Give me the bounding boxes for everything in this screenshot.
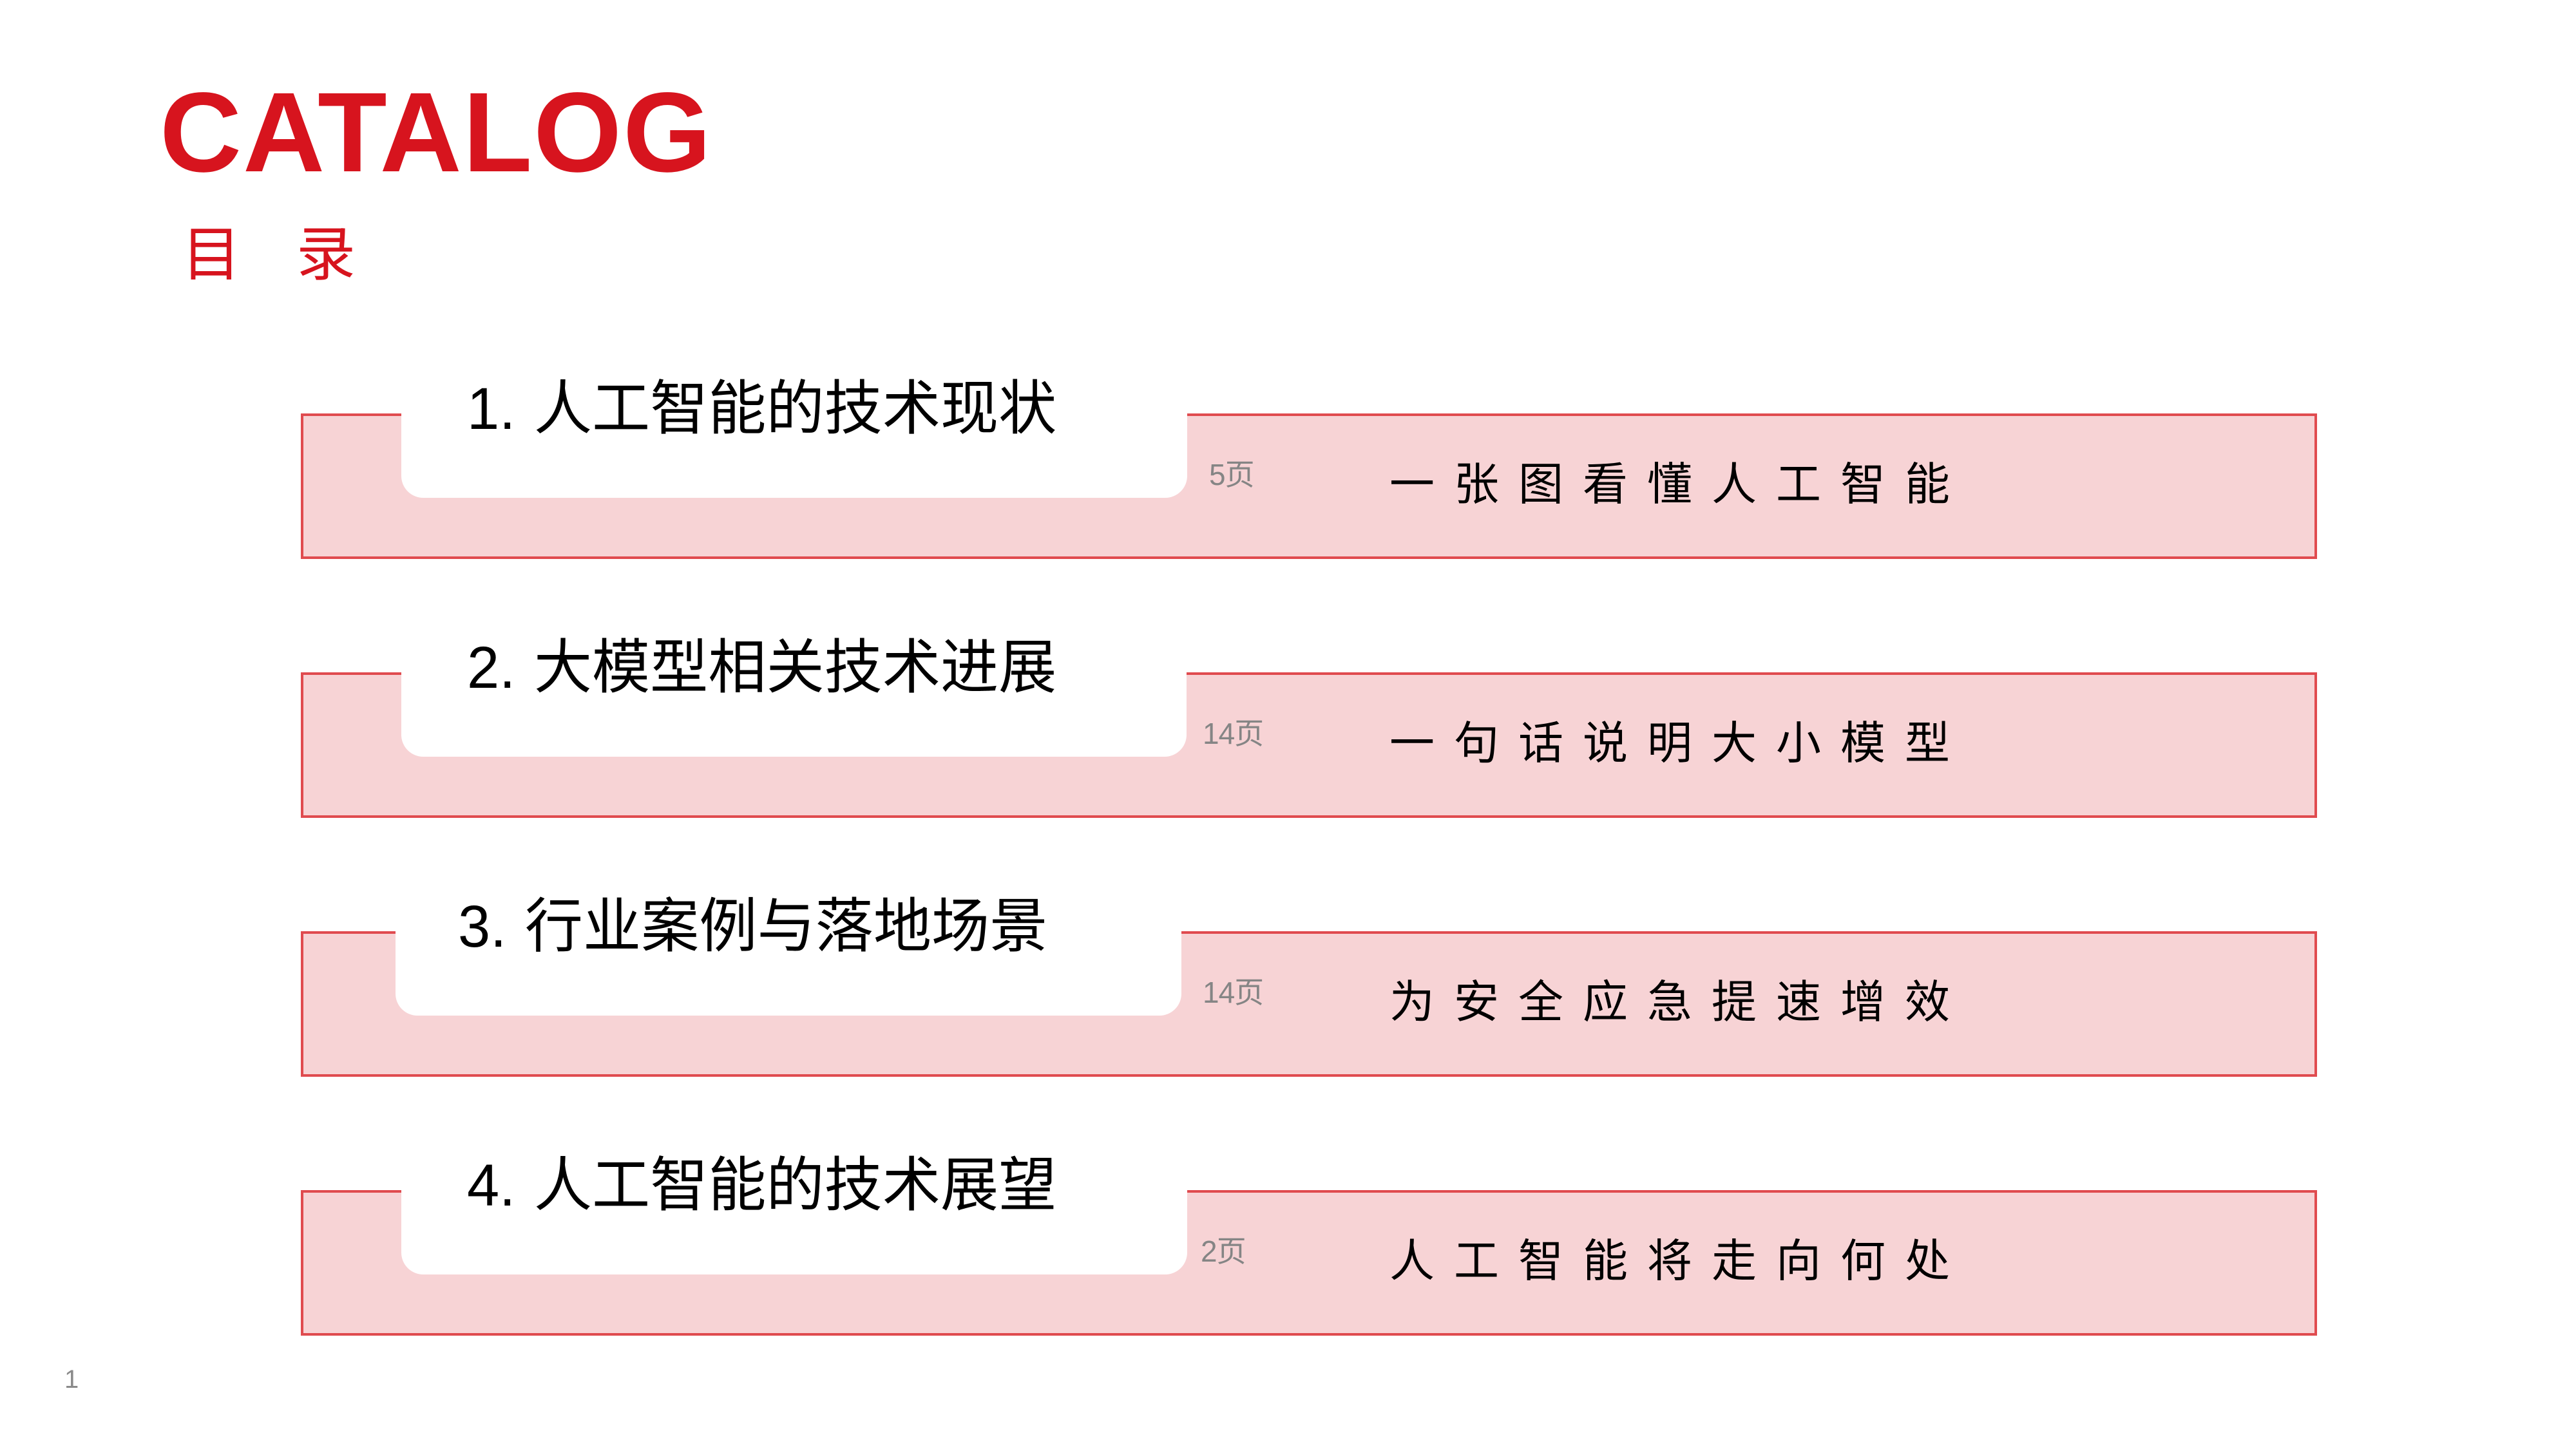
item-page-count: 2页: [1201, 1235, 1246, 1268]
item-description: 人工智能将走向何处: [1389, 1235, 1969, 1287]
catalog-item-2[interactable]: 2. 大模型相关技术进展 14页 一句话说明大小模型: [301, 635, 2317, 818]
catalog-title: CATALOG: [160, 70, 712, 196]
item-description: 一句话说明大小模型: [1389, 717, 1969, 770]
item-title: 2. 大模型相关技术进展: [467, 635, 1056, 701]
item-title: 3. 行业案例与落地场景: [458, 894, 1047, 960]
catalog-item-3[interactable]: 3. 行业案例与落地场景 14页 为安全应急提速增效: [301, 894, 2317, 1077]
item-page-count: 14页: [1203, 976, 1264, 1009]
item-title: 1. 人工智能的技术现状: [467, 376, 1056, 442]
item-title-text: 行业案例与落地场景: [524, 892, 1048, 961]
catalog-subtitle: 目录: [182, 220, 412, 289]
item-number: 3.: [458, 894, 507, 960]
item-page-count: 14页: [1203, 717, 1264, 750]
item-number: 1.: [467, 376, 516, 442]
slide-page-number: 1: [64, 1365, 79, 1394]
item-description: 一张图看懂人工智能: [1389, 458, 1969, 511]
item-page-count: 5页: [1209, 458, 1255, 491]
catalog-item-4[interactable]: 4. 人工智能的技术展望 2页 人工智能将走向何处: [301, 1153, 2317, 1336]
item-title-text: 大模型相关技术进展: [533, 633, 1057, 702]
item-number: 4.: [467, 1153, 516, 1218]
item-title-text: 人工智能的技术现状: [533, 374, 1057, 443]
catalog-item-1[interactable]: 1. 人工智能的技术现状 5页 一张图看懂人工智能: [301, 376, 2317, 559]
item-description: 为安全应急提速增效: [1389, 976, 1969, 1028]
item-title-text: 人工智能的技术展望: [533, 1151, 1057, 1220]
item-number: 2.: [467, 635, 516, 701]
item-title: 4. 人工智能的技术展望: [467, 1153, 1056, 1218]
